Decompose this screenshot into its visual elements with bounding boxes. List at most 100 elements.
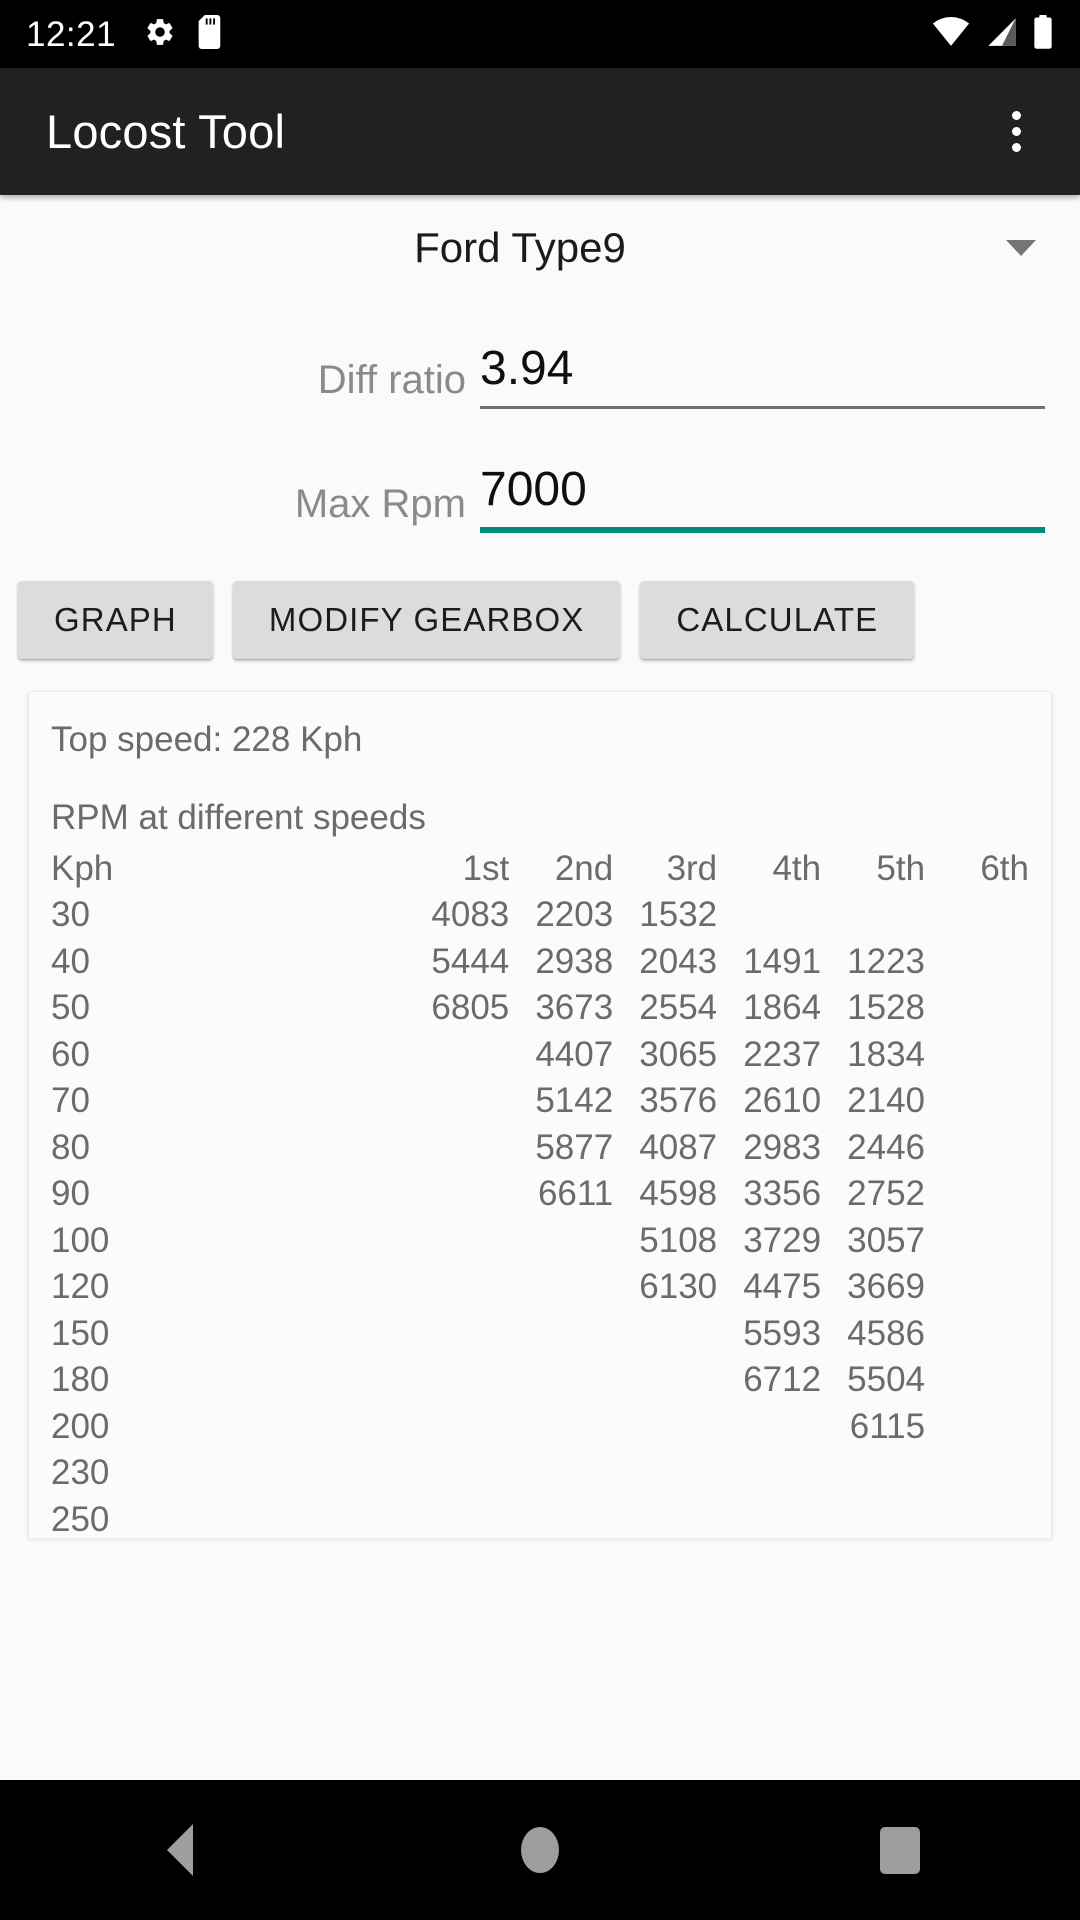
cell-gear-2 <box>509 1497 613 1539</box>
cell-gear-4 <box>717 892 821 939</box>
cell-gear-6 <box>925 1218 1029 1265</box>
cell-gear-5: 2752 <box>847 1174 926 1213</box>
sd-card-icon <box>198 14 224 54</box>
cell-gear-1 <box>405 1450 509 1497</box>
cell-gear-4: 5593 <box>743 1313 822 1353</box>
cell-kph: 70 <box>51 1081 90 1120</box>
cell-gear-2 <box>509 1357 613 1404</box>
cell-gear-2: 2938 <box>535 941 614 981</box>
cell-gear-6 <box>925 1357 1029 1404</box>
gearbox-spinner-value: Ford Type9 <box>414 224 626 271</box>
cell-kph: 90 <box>51 1174 90 1213</box>
cell-gear-6 <box>925 1497 1029 1539</box>
modify-gearbox-button[interactable]: MODIFY GEARBOX <box>232 581 621 659</box>
cell-gear-3: 3576 <box>639 1081 718 1120</box>
menu-dot <box>1011 111 1021 120</box>
column-header-kph: Kph <box>51 848 114 888</box>
cell-gear-5 <box>821 1497 925 1539</box>
recents-icon[interactable] <box>840 1800 960 1900</box>
home-icon[interactable] <box>480 1800 600 1900</box>
battery-icon <box>1032 14 1054 54</box>
cell-gear-4 <box>717 1497 821 1539</box>
table-row: 250 <box>51 1497 1029 1539</box>
max-rpm-field[interactable]: 7000 <box>480 464 1045 541</box>
cell-gear-2: 6611 <box>537 1174 614 1213</box>
cell-kph: 30 <box>51 895 90 934</box>
cell-gear-2 <box>509 1404 613 1451</box>
cell-gear-6 <box>925 1032 1029 1079</box>
cell-gear-4: 2983 <box>743 1127 822 1167</box>
cell-gear-3: 4087 <box>639 1127 718 1167</box>
table-row: 150 5593 4586 <box>51 1311 1029 1358</box>
diff-ratio-label: Diff ratio <box>317 358 466 402</box>
table-row: 120 6130 4475 3669 <box>51 1264 1029 1311</box>
cell-gear-6 <box>925 939 1029 986</box>
gearbox-spinner[interactable]: Ford Type9 <box>0 203 1080 293</box>
table-row: 70 5142 3576 2610 2140 <box>51 1078 1029 1125</box>
table-row: 40 5444 2938 2043 1491 1223 <box>51 939 1029 986</box>
cell-gear-6 <box>925 1311 1029 1358</box>
back-icon[interactable] <box>120 1800 240 1900</box>
calculate-button[interactable]: CALCULATE <box>640 581 915 659</box>
cell-gear-1: 5444 <box>431 941 510 981</box>
cell-gear-6 <box>925 1171 1029 1218</box>
diff-ratio-row: Diff ratio 3.94 <box>0 321 1080 417</box>
cell-gear-5: 3669 <box>847 1267 926 1306</box>
app-bar: Locost Tool <box>0 68 1080 195</box>
cell-kph: 230 <box>51 1453 110 1492</box>
cell-gear-5: 1223 <box>847 941 926 981</box>
cell-gear-1 <box>405 1357 509 1404</box>
cell-gear-4: 6712 <box>743 1360 822 1399</box>
graph-button[interactable]: GRAPH <box>18 581 213 659</box>
cell-gear-2 <box>509 1218 613 1265</box>
cell-kph: 150 <box>51 1313 110 1353</box>
diff-ratio-field[interactable]: 3.94 <box>480 343 1045 417</box>
recents-square <box>880 1826 920 1874</box>
cell-kph: 50 <box>51 988 90 1027</box>
rpm-table: Kph 1st 2nd 3rd 4th 5th 6th 30 4083 2203 1532 40 54… <box>51 846 1029 1539</box>
cell-gear-1: 4083 <box>431 895 510 934</box>
cell-kph: 120 <box>51 1267 110 1306</box>
cell-gear-3 <box>613 1357 717 1404</box>
cell-gear-1 <box>405 1032 509 1079</box>
phone-screen: 12:21 Locost Tool Ford Type9 Diff ratio … <box>0 0 1080 1920</box>
cell-gear-4: 3729 <box>743 1220 822 1260</box>
status-bar: 12:21 <box>0 0 1080 68</box>
max-rpm-row: Max Rpm 7000 <box>0 445 1080 541</box>
cell-gear-5: 6115 <box>849 1406 926 1446</box>
cell-kph: 40 <box>51 941 90 981</box>
cell-gear-6 <box>925 1404 1029 1451</box>
cell-gear-3: 3065 <box>639 1034 718 1074</box>
cell-gear-3 <box>613 1404 717 1451</box>
cell-gear-2: 4407 <box>535 1034 614 1074</box>
column-header-gear-3: 3rd <box>666 848 718 888</box>
status-clock: 12:21 <box>26 14 117 54</box>
column-header-gear-5: 5th <box>876 848 926 888</box>
cell-gear-1 <box>405 1264 509 1311</box>
cell-gear-5: 2140 <box>847 1081 926 1120</box>
table-row: 60 4407 3065 2237 1834 <box>51 1032 1029 1079</box>
diff-ratio-input[interactable]: 3.94 <box>480 343 1045 406</box>
cell-gear-2: 2203 <box>535 895 614 934</box>
cell-gear-5: 1834 <box>847 1034 926 1074</box>
chevron-down-icon <box>1006 240 1036 256</box>
table-row: 230 <box>51 1450 1029 1497</box>
max-rpm-input[interactable]: 7000 <box>480 464 1045 527</box>
cell-gear-5 <box>821 1450 925 1497</box>
action-button-row: GRAPH MODIFY GEARBOX CALCULATE <box>0 579 1080 661</box>
cell-kph: 250 <box>51 1499 110 1539</box>
cell-gear-2 <box>509 1450 613 1497</box>
table-row: 200 6115 <box>51 1404 1029 1451</box>
cell-gear-4: 4475 <box>743 1267 822 1306</box>
status-left-icons <box>144 14 224 54</box>
main-content: Ford Type9 Diff ratio 3.94 Max Rpm 7000 … <box>0 195 1080 1780</box>
column-header-gear-6: 6th <box>980 848 1029 888</box>
cell-gear-3: 2554 <box>639 988 718 1027</box>
more-vertical-icon[interactable] <box>986 102 1046 162</box>
back-triangle <box>167 1824 193 1876</box>
cell-gear-2: 5142 <box>535 1081 614 1120</box>
status-right-icons <box>932 14 1054 54</box>
cell-gear-1 <box>405 1078 509 1125</box>
column-header-gear-1: 1st <box>462 848 510 888</box>
cell-gear-1: 6805 <box>431 988 510 1027</box>
